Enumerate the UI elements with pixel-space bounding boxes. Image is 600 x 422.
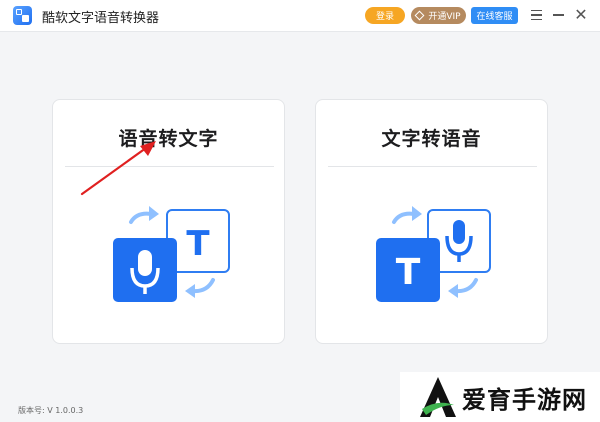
mic-to-text-icon: T bbox=[113, 206, 230, 302]
red-annotation-arrow bbox=[80, 141, 156, 196]
speech-to-text-card[interactable]: 语音转文字 T bbox=[52, 99, 285, 344]
minimize-icon[interactable] bbox=[551, 7, 565, 23]
text-to-speech-card[interactable]: 文字转语音 T bbox=[315, 99, 548, 344]
hamburger-menu-icon[interactable] bbox=[529, 7, 543, 23]
online-service-button[interactable]: 在线客服 bbox=[471, 7, 518, 24]
watermark-logo-icon bbox=[420, 377, 456, 417]
app-logo-icon bbox=[13, 6, 32, 25]
app-title: 酷软文字语音转换器 bbox=[42, 11, 160, 26]
t-letter: T bbox=[186, 224, 210, 264]
open-vip-button[interactable]: 开通VIP bbox=[411, 7, 466, 24]
version-label: 版本号: V 1.0.0.3 bbox=[18, 406, 84, 415]
text-to-speech-title: 文字转语音 bbox=[381, 128, 482, 150]
watermark: 爱育手游网 bbox=[400, 372, 600, 422]
t-letter: T bbox=[396, 252, 421, 293]
close-icon[interactable]: ✕ bbox=[574, 7, 588, 23]
watermark-brand: 爱育手游网 bbox=[462, 385, 587, 414]
open-vip-label: 开通VIP bbox=[428, 12, 461, 22]
diamond-icon bbox=[414, 10, 425, 21]
card-divider bbox=[328, 166, 537, 167]
login-button[interactable]: 登录 bbox=[365, 7, 405, 24]
text-to-mic-icon: T bbox=[376, 206, 491, 302]
title-bar: 酷软文字语音转换器 登录 开通VIP 在线客服 ✕ bbox=[0, 0, 600, 32]
